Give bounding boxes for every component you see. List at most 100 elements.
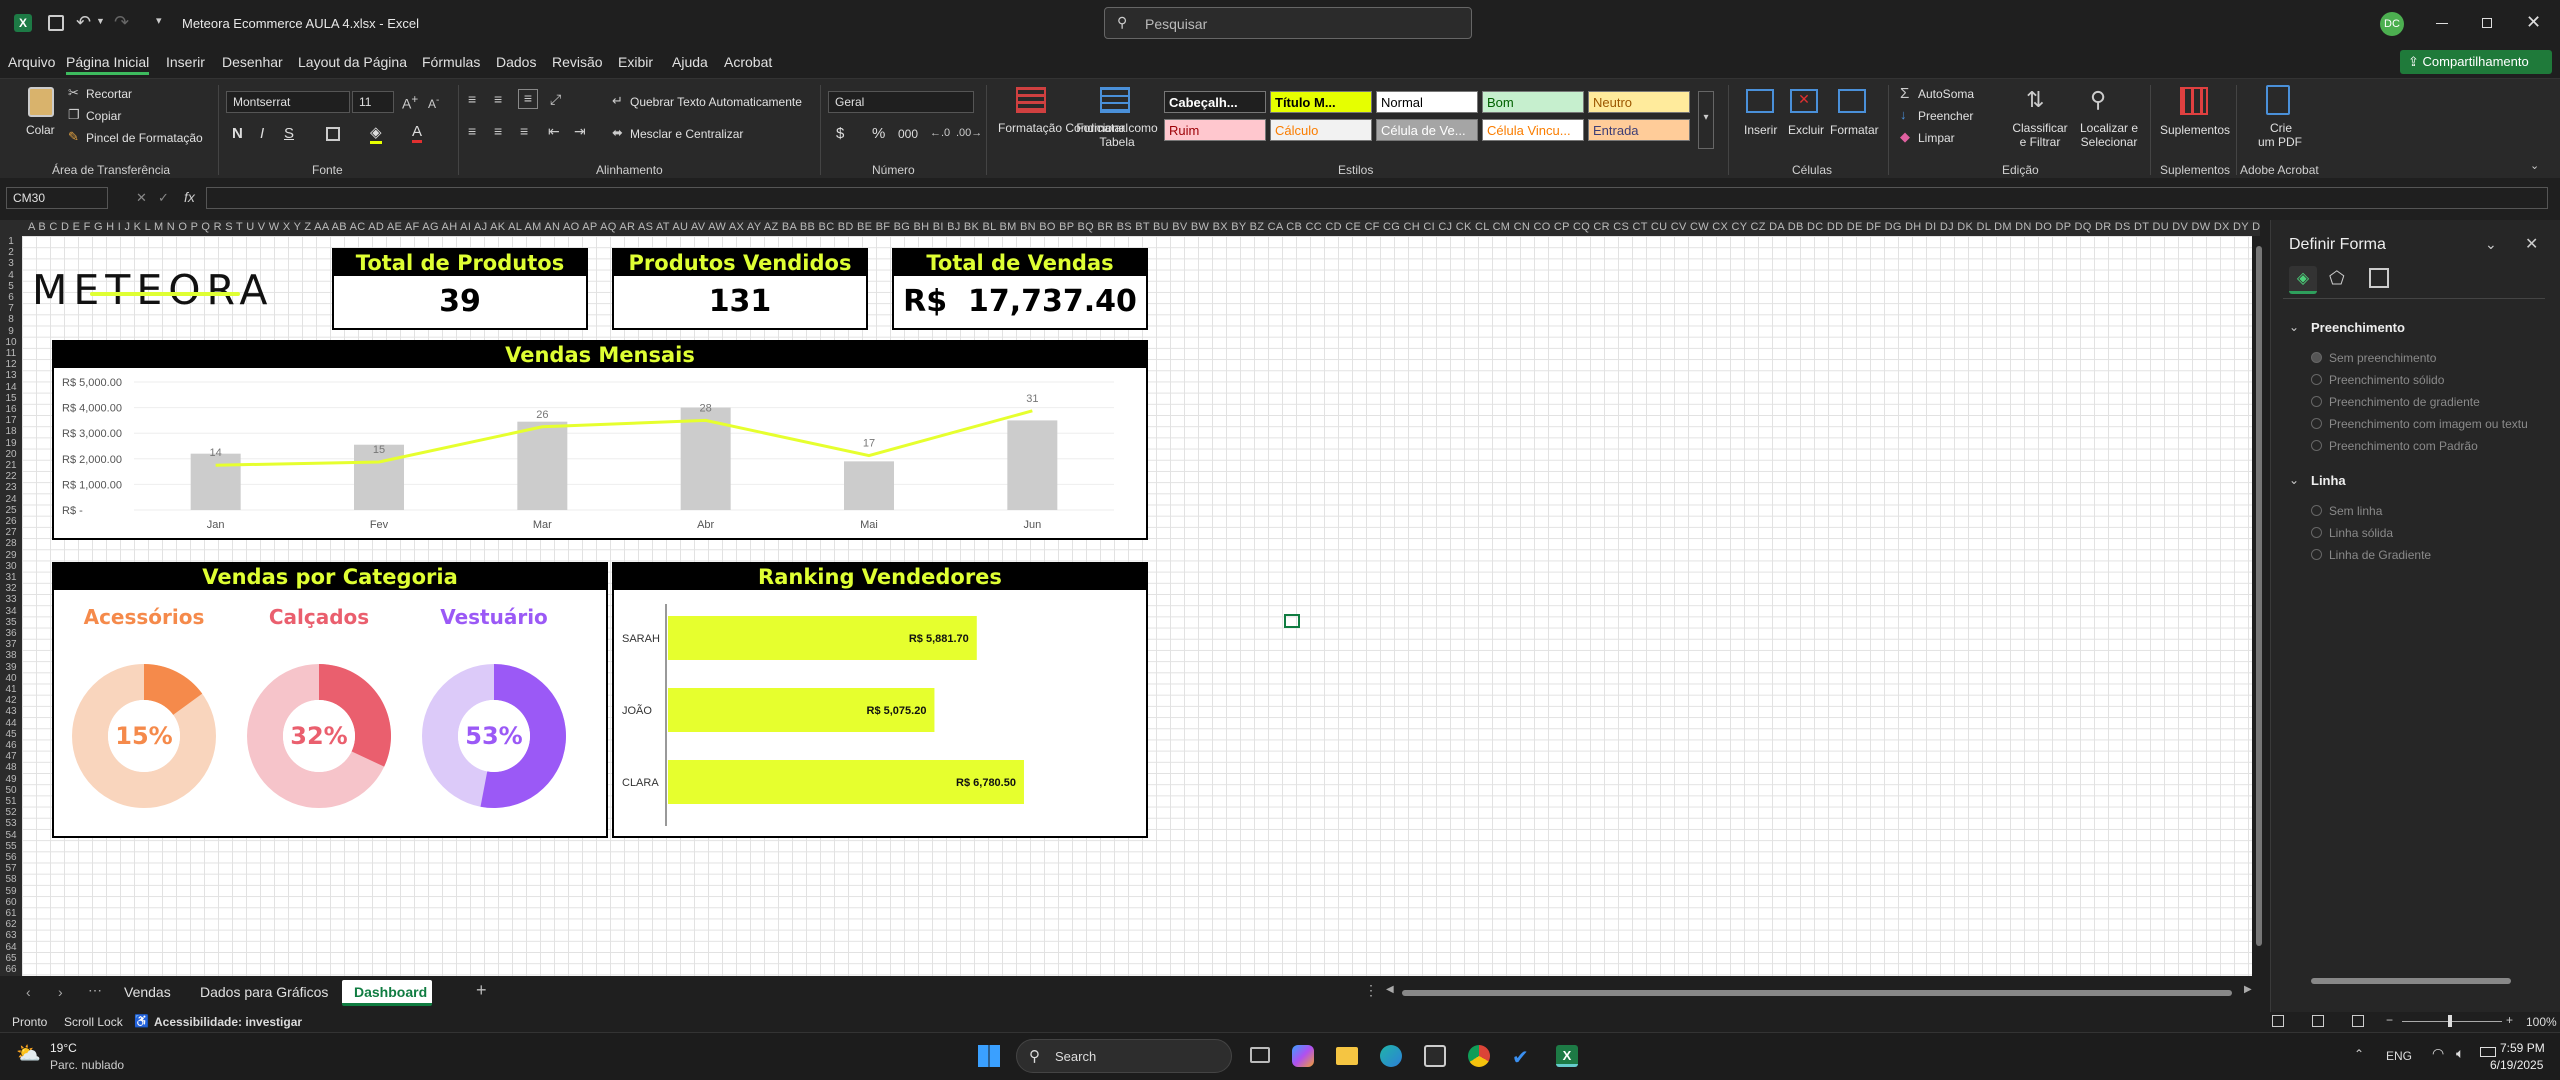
row-header[interactable]: 56 [0,852,22,863]
font-color-icon[interactable]: A [412,123,423,143]
row-header[interactable]: 21 [0,460,22,471]
fill-section-header[interactable]: Preenchimento [2311,320,2405,335]
row-header[interactable]: 27 [0,527,22,538]
save-icon[interactable] [48,15,64,31]
underline-button[interactable]: S [284,125,294,142]
start-icon[interactable] [978,1045,1000,1067]
todo-icon[interactable]: ✔ [1512,1045,1534,1069]
row-header[interactable]: 45 [0,729,22,740]
row-header[interactable]: 14 [0,382,22,393]
row-header[interactable]: 29 [0,550,22,561]
avatar[interactable]: DC [2380,12,2404,36]
paste-icon[interactable] [28,87,54,117]
collapse-ribbon-icon[interactable]: ⌄ [2530,159,2539,172]
ranking-sellers-chart[interactable]: Ranking Vendedores SARAH R$ 5,881.70 JOÃO R… [612,562,1148,838]
row-header[interactable]: 39 [0,662,22,673]
align-middle-icon[interactable]: ≡ [494,91,502,107]
fill-radio[interactable] [2311,352,2322,363]
formula-input[interactable] [206,187,2548,209]
store-icon[interactable] [1424,1045,1446,1067]
zoom-slider-thumb[interactable] [2448,1015,2452,1027]
language-indicator[interactable]: ENG [2386,1049,2412,1063]
create-pdf-icon[interactable] [2266,85,2290,115]
hscroll-right-icon[interactable]: ▶ [2244,984,2252,995]
tab-layout[interactable]: Layout da Página [298,54,407,70]
row-header[interactable]: 32 [0,583,22,594]
customize-qat-icon[interactable]: ▾ [156,14,162,27]
add-sheet-icon[interactable]: + [476,980,487,1001]
percent-button[interactable]: % [872,125,885,142]
tab-pagina-inicial[interactable]: Página Inicial [66,54,150,75]
row-header[interactable]: 18 [0,426,22,437]
insert-function-button[interactable]: fx [184,189,195,205]
row-header[interactable]: 8 [0,314,22,325]
insert-cells-icon[interactable] [1746,89,1774,113]
create-pdf-label-2[interactable]: um PDF [2258,135,2302,149]
line-radio[interactable] [2311,549,2322,560]
currency-button[interactable]: $ [836,125,844,142]
insert-cells-button[interactable]: Inserir [1744,123,1777,137]
cell-style-3[interactable]: Bom [1482,91,1584,113]
tab-ajuda[interactable]: Ajuda [672,54,708,70]
addins-button[interactable]: Suplementos [2160,123,2230,137]
sheet-tab-dashboard[interactable]: Dashboard [342,980,432,1006]
fill-radio[interactable] [2311,418,2322,429]
font-name-select[interactable]: Montserrat [226,91,350,113]
cell-style-2[interactable]: Normal [1376,91,1478,113]
cut-button[interactable]: Recortar [86,87,132,101]
row-header[interactable]: 2 [0,247,22,258]
sort-filter-button[interactable]: Classificar e Filtrar [2010,121,2070,149]
row-header[interactable]: 46 [0,740,22,751]
clock-time[interactable]: 7:59 PM [2500,1041,2545,1055]
confirm-entry-icon[interactable]: ✓ [158,190,169,206]
more-sheets-icon[interactable]: ⋯ [88,982,102,999]
row-header[interactable]: 37 [0,639,22,650]
font-size-select[interactable]: 11 [352,91,394,113]
minimize-icon[interactable] [2436,23,2448,24]
cell-style-4[interactable]: Neutro [1588,91,1690,113]
volume-icon[interactable]: 🔈︎ [2456,1045,2464,1062]
row-header[interactable]: 52 [0,807,22,818]
sheet-tab-dados[interactable]: Dados para Gráficos [200,984,328,1000]
autosum-button[interactable]: AutoSoma [1918,87,1974,101]
find-select-icon[interactable]: ⚲ [2090,87,2106,113]
line-option-label[interactable]: Linha de Gradiente [2329,548,2431,562]
undo-icon[interactable]: ↶ [76,12,91,33]
page-layout-icon[interactable] [2312,1015,2324,1027]
row-header[interactable]: 11 [0,348,22,359]
row-header[interactable]: 50 [0,785,22,796]
fill-line-tab-icon[interactable]: ◈ [2289,266,2317,294]
create-pdf-label-1[interactable]: Crie [2270,121,2292,135]
fill-radio[interactable] [2311,396,2322,407]
name-box[interactable]: CM30 [6,187,108,209]
tray-overflow-icon[interactable]: ⌃ [2354,1047,2364,1061]
sheet-tab-vendas[interactable]: Vendas [124,984,171,1000]
pane-options-icon[interactable]: ⌄ [2485,236,2497,253]
line-option-label[interactable]: Sem linha [2329,504,2382,518]
row-header[interactable]: 43 [0,706,22,717]
zoom-in-icon[interactable]: + [2506,1013,2513,1027]
copilot-icon[interactable] [1292,1045,1314,1067]
row-header[interactable]: 4 [0,270,22,281]
weather-temp[interactable]: 19°C [50,1041,77,1055]
row-header[interactable]: 62 [0,919,22,930]
fill-button[interactable]: Preencher [1918,109,1973,123]
fill-radio[interactable] [2311,440,2322,451]
row-header[interactable]: 24 [0,494,22,505]
delete-cells-button[interactable]: Excluir [1788,123,1824,137]
fill-option-label[interactable]: Preenchimento de gradiente [2329,395,2480,409]
tab-exibir[interactable]: Exibir [618,54,653,70]
tab-acrobat[interactable]: Acrobat [724,54,772,70]
wrap-text-button[interactable]: Quebrar Texto Automaticamente [630,95,802,109]
line-radio[interactable] [2311,527,2322,538]
edge-icon[interactable] [1380,1045,1402,1067]
status-accessibility[interactable]: Acessibilidade: investigar [154,1015,302,1029]
row-header[interactable]: 40 [0,673,22,684]
search-box[interactable]: ⚲ Pesquisar [1104,7,1472,39]
row-header[interactable]: 42 [0,695,22,706]
tab-formulas[interactable]: Fórmulas [422,54,480,70]
fill-color-icon[interactable]: ◈ [370,123,382,144]
normal-view-icon[interactable] [2272,1015,2284,1027]
row-header[interactable]: 64 [0,942,22,953]
addins-icon[interactable] [2180,87,2208,115]
